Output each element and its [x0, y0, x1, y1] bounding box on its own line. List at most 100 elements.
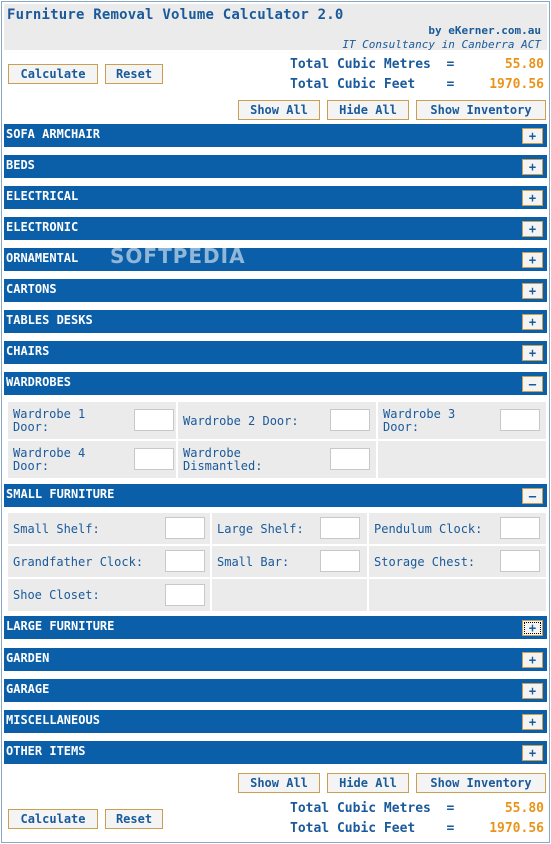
expand-toggle[interactable]: +	[522, 714, 543, 730]
wardrobe-4-door-input[interactable]	[134, 448, 174, 470]
author-byline: by eKerner.com.au	[428, 24, 541, 37]
expand-toggle[interactable]: +	[522, 128, 543, 144]
grid-cell: Shoe Closet:	[8, 579, 210, 611]
wardrobe-3-door-label: Wardrobe 3 Door:	[383, 407, 456, 434]
section-wardrobes[interactable]: WARDROBES –	[4, 372, 547, 395]
expand-toggle[interactable]: +	[522, 652, 543, 668]
section-label: LARGE FURNITURE	[6, 619, 115, 633]
grid-cell: Wardrobe 2 Door:	[178, 402, 376, 439]
section-label: BEDS	[6, 158, 35, 172]
app-header: Furniture Removal Volume Calculator 2.0 …	[4, 4, 547, 51]
expand-toggle[interactable]: +	[522, 345, 543, 361]
expand-toggle[interactable]: +	[522, 283, 543, 299]
section-beds[interactable]: BEDS +	[4, 155, 547, 178]
section-cartons[interactable]: CARTONS +	[4, 279, 547, 302]
wardrobe-1-door-input[interactable]	[134, 409, 174, 431]
collapse-toggle[interactable]: –	[522, 376, 543, 392]
grid-cell-empty	[369, 579, 546, 611]
total-cubic-metres-label: Total Cubic Metres =	[290, 57, 455, 72]
total-cubic-metres-value-bottom: 55.80	[504, 801, 544, 816]
section-label: CARTONS	[6, 282, 57, 296]
section-ornamental[interactable]: ORNAMENTAL +	[4, 248, 547, 271]
show-all-button-bottom[interactable]: Show All	[238, 773, 320, 793]
section-label: SOFA ARMCHAIR	[6, 127, 100, 141]
reset-button-bottom[interactable]: Reset	[105, 809, 163, 829]
section-tables-desks[interactable]: TABLES DESKS +	[4, 310, 547, 333]
expand-toggle[interactable]: +	[522, 314, 543, 330]
grid-cell-empty	[212, 579, 367, 611]
show-inventory-button-bottom[interactable]: Show Inventory	[416, 773, 546, 793]
grandfather-clock-input[interactable]	[165, 550, 205, 572]
expand-toggle[interactable]: +	[522, 620, 543, 636]
section-label: MISCELLANEOUS	[6, 713, 100, 727]
wardrobe-3-door-input[interactable]	[500, 409, 540, 431]
wardrobe-2-door-input[interactable]	[330, 409, 370, 431]
section-garden[interactable]: GARDEN +	[4, 648, 547, 671]
wardrobe-1-door-label: Wardrobe 1 Door:	[13, 407, 86, 434]
wardrobe-dismantled-label: Wardrobe Dismantled:	[183, 446, 263, 473]
small-shelf-label: Small Shelf:	[13, 522, 100, 536]
section-label: GARDEN	[6, 651, 50, 665]
large-shelf-input[interactable]	[320, 517, 360, 539]
expand-toggle[interactable]: +	[522, 683, 543, 699]
hide-all-button-bottom[interactable]: Hide All	[327, 773, 409, 793]
section-sofa-armchair[interactable]: SOFA ARMCHAIR +	[4, 124, 547, 147]
section-other-items[interactable]: OTHER ITEMS +	[4, 741, 547, 764]
expand-toggle[interactable]: +	[522, 252, 543, 268]
section-large-furniture[interactable]: LARGE FURNITURE +	[4, 616, 547, 639]
grid-cell: Wardrobe Dismantled:	[178, 441, 376, 478]
calculate-button[interactable]: Calculate	[8, 64, 98, 84]
grandfather-clock-label: Grandfather Clock:	[13, 555, 144, 569]
wardrobes-grid: Wardrobe 1 Door: Wardrobe 2 Door: Wardro…	[4, 400, 547, 480]
pendulum-clock-label: Pendulum Clock:	[374, 522, 483, 536]
expand-toggle[interactable]: +	[522, 745, 543, 761]
section-electrical[interactable]: ELECTRICAL +	[4, 186, 547, 209]
wardrobe-dismantled-input[interactable]	[330, 448, 370, 470]
section-garage[interactable]: GARAGE +	[4, 679, 547, 702]
hide-all-button[interactable]: Hide All	[327, 100, 409, 120]
wardrobe-2-door-label: Wardrobe 2 Door:	[183, 414, 299, 428]
section-small-furniture[interactable]: SMALL FURNITURE –	[4, 484, 547, 507]
collapse-toggle[interactable]: –	[522, 488, 543, 504]
total-cubic-metres-value: 55.80	[504, 57, 544, 72]
grid-cell: Wardrobe 1 Door:	[8, 402, 176, 439]
show-all-button[interactable]: Show All	[238, 100, 320, 120]
author-tagline: IT Consultancy in Canberra ACT	[342, 38, 541, 51]
section-label: ORNAMENTAL	[6, 251, 79, 265]
grid-cell: Wardrobe 4 Door:	[8, 441, 176, 478]
expand-toggle[interactable]: +	[522, 221, 543, 237]
small-bar-input[interactable]	[320, 550, 360, 572]
total-cubic-feet-label-bottom: Total Cubic Feet =	[290, 821, 455, 836]
calculate-button-bottom[interactable]: Calculate	[8, 809, 98, 829]
large-shelf-label: Large Shelf:	[217, 522, 304, 536]
small-shelf-input[interactable]	[165, 517, 205, 539]
app-title: Furniture Removal Volume Calculator 2.0	[7, 7, 344, 23]
grid-cell: Small Shelf:	[8, 513, 210, 544]
grid-cell: Large Shelf:	[212, 513, 367, 544]
small-furniture-grid: Small Shelf: Large Shelf: Pendulum Clock…	[4, 511, 547, 613]
total-cubic-metres-label-bottom: Total Cubic Metres =	[290, 801, 455, 816]
total-cubic-feet-label: Total Cubic Feet =	[290, 77, 455, 92]
shoe-closet-input[interactable]	[165, 584, 205, 606]
small-bar-label: Small Bar:	[217, 555, 290, 569]
show-inventory-button[interactable]: Show Inventory	[416, 100, 546, 120]
total-cubic-feet-value-bottom: 1970.56	[489, 821, 544, 836]
grid-cell: Pendulum Clock:	[369, 513, 546, 544]
wardrobe-4-door-label: Wardrobe 4 Door:	[13, 446, 86, 473]
reset-button[interactable]: Reset	[105, 64, 163, 84]
grid-cell: Grandfather Clock:	[8, 546, 210, 577]
section-electronic[interactable]: ELECTRONIC +	[4, 217, 547, 240]
grid-cell: Wardrobe 3 Door:	[378, 402, 546, 439]
grid-cell: Small Bar:	[212, 546, 367, 577]
shoe-closet-label: Shoe Closet:	[13, 588, 100, 602]
total-cubic-feet-value: 1970.56	[489, 77, 544, 92]
expand-toggle[interactable]: +	[522, 159, 543, 175]
section-label: CHAIRS	[6, 344, 50, 358]
watermark: SOFTPEDIA	[110, 244, 246, 268]
grid-cell: Storage Chest:	[369, 546, 546, 577]
expand-toggle[interactable]: +	[522, 190, 543, 206]
section-miscellaneous[interactable]: MISCELLANEOUS +	[4, 710, 547, 733]
section-chairs[interactable]: CHAIRS +	[4, 341, 547, 364]
storage-chest-input[interactable]	[500, 550, 540, 572]
pendulum-clock-input[interactable]	[500, 517, 540, 539]
